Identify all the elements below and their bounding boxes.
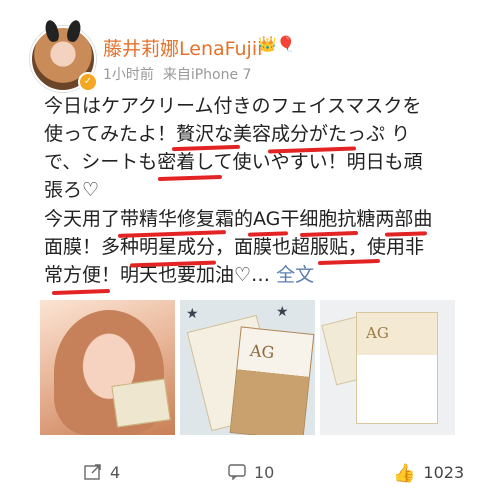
comment-count: 10 <box>254 463 275 482</box>
forward-button[interactable]: 4 <box>84 463 120 482</box>
forward-count: 4 <box>110 463 121 482</box>
post-text-line: 今日はケアクリーム付きのフェイスマスクを <box>44 95 422 117</box>
bunny-ear-right <box>65 18 83 44</box>
post-meta: 1小时前 来自iPhone 7 <box>103 64 251 84</box>
underline-mark <box>51 288 111 296</box>
packet-logo: AG <box>249 340 276 363</box>
post-text-chinese: 今天用了带精华修复霜的AG干细胞抗糖两部曲 面膜！多种明星成分，面膜也超服贴，使… <box>44 205 484 289</box>
post-text-line: 今天用了带精华修复霜的AG干细胞抗糖两部曲 <box>44 208 433 230</box>
packet-logo: AG <box>366 324 389 342</box>
thumbs-up-icon: 👍 <box>393 463 416 484</box>
comment-icon <box>228 464 246 480</box>
post-action-bar: 4 10 👍 1023 <box>0 455 500 491</box>
like-count: 1023 <box>423 463 465 482</box>
forward-icon <box>84 464 101 480</box>
mask-packet-shape <box>111 378 171 428</box>
post-photo-mask-packets[interactable]: ★ ★ ★ AG <box>180 300 315 435</box>
post-text-tail: 常方便！明天也要加油♡… <box>44 264 271 286</box>
star-decor: ★ <box>276 304 289 320</box>
bunny-ear-left <box>43 18 61 44</box>
post-text-line: 面膜！多种明星成分，面膜也超服贴，使用非 <box>44 236 425 258</box>
user-badges: 👑🎈 <box>258 35 296 53</box>
user-name[interactable]: 藤井莉娜LenaFujii <box>103 34 262 61</box>
weibo-post: ✓ 藤井莉娜LenaFujii 👑🎈 1小时前 来自iPhone 7 今日はケア… <box>0 0 500 500</box>
post-text-line: 張ろ♡ <box>44 179 100 201</box>
post-text-line: 使ってみたよ！贅沢な美容成分がたっぷ り <box>44 123 411 145</box>
post-time: 1小时前 <box>103 67 154 83</box>
post-text-line: 常方便！明天也要加油♡… 全文 <box>44 261 484 289</box>
like-button[interactable]: 👍 1023 <box>393 463 464 484</box>
comment-button[interactable]: 10 <box>228 463 274 482</box>
post-text-line: で、シートも密着して使いやすい！明日も頑 <box>44 151 423 173</box>
verified-badge-icon: ✓ <box>78 72 98 92</box>
post-photo-mask-sheet[interactable]: AG <box>320 300 455 435</box>
full-text-link[interactable]: 全文 <box>276 264 314 286</box>
star-decor: ★ <box>186 306 199 322</box>
post-text-japanese: 今日はケアクリーム付きのフェイスマスクを 使ってみたよ！贅沢な美容成分がたっぷ … <box>44 92 484 204</box>
post-photo-selfie[interactable] <box>40 300 175 435</box>
post-source: 来自iPhone 7 <box>162 67 252 83</box>
